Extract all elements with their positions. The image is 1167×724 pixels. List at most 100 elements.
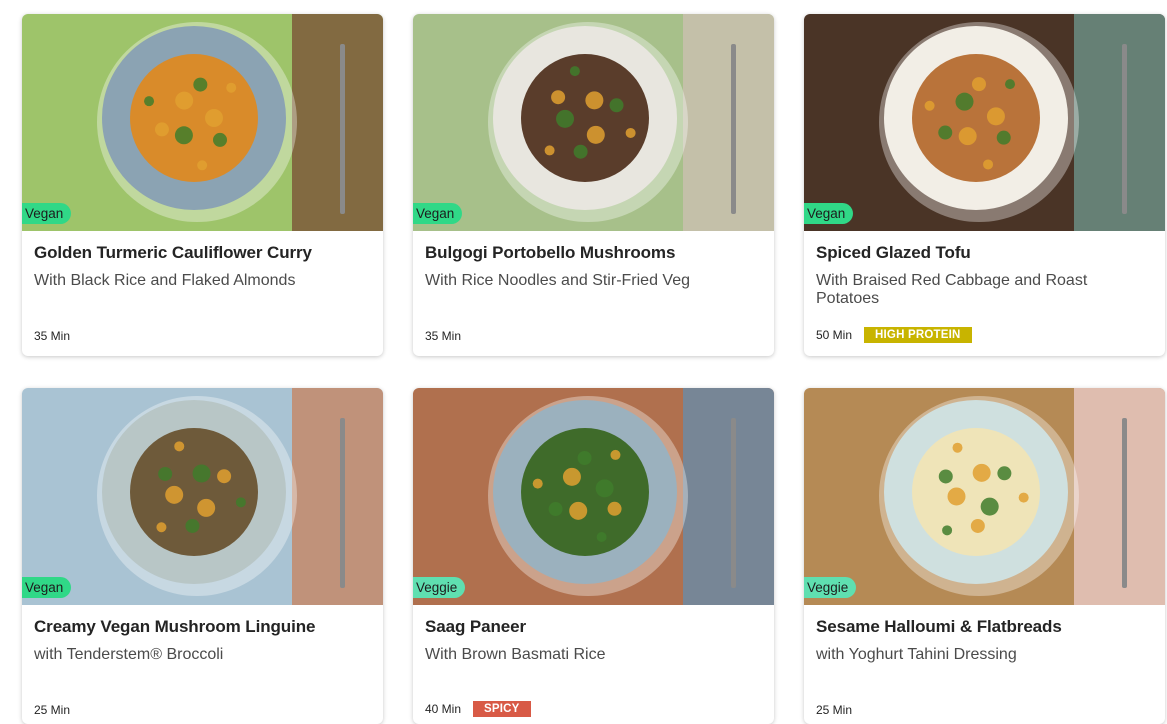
photo-cloth: [1074, 14, 1165, 231]
recipe-photo[interactable]: [804, 14, 1165, 231]
recipe-card[interactable]: Veggie Sesame Halloumi & Flatbreads with…: [804, 388, 1165, 724]
food-garnish: [997, 466, 1012, 481]
fork-icon: [340, 44, 345, 214]
food-garnish: [938, 125, 953, 140]
recipe-meta: 35 Min: [425, 329, 461, 343]
food-garnish: [983, 159, 994, 170]
diet-badge: Vegan: [804, 203, 854, 224]
food-garnish: [569, 66, 580, 77]
food-garnish: [144, 96, 155, 107]
food-garnish: [1005, 79, 1016, 90]
high-protein-tag: HIGH PROTEIN: [864, 327, 972, 343]
food-garnish: [942, 525, 953, 536]
recipe-title[interactable]: Sesame Halloumi & Flatbreads: [816, 617, 1153, 637]
recipe-title[interactable]: Saag Paneer: [425, 617, 762, 637]
recipe-card[interactable]: Vegan Golden Turmeric Cauliflower Curry …: [22, 14, 383, 356]
diet-badge: Veggie: [804, 577, 857, 598]
food-garnish: [609, 98, 624, 113]
food-garnish: [154, 122, 169, 137]
diet-badge: Vegan: [413, 203, 463, 224]
food-garnish: [217, 469, 232, 484]
food-photo-illustration: [413, 388, 774, 605]
food: [521, 428, 649, 556]
food-garnish: [577, 451, 592, 466]
recipe-card[interactable]: Vegan Spiced Glazed Tofu With Braised Re…: [804, 14, 1165, 356]
food-garnish: [544, 145, 555, 156]
food-garnish: [607, 501, 622, 516]
recipe-grid: Vegan Golden Turmeric Cauliflower Curry …: [22, 14, 1165, 724]
photo-cloth: [292, 388, 383, 605]
prep-time: 35 Min: [425, 329, 462, 343]
prep-time: 50 Min: [816, 328, 853, 342]
recipe-title[interactable]: Golden Turmeric Cauliflower Curry: [34, 243, 371, 263]
diet-badge: Veggie: [413, 577, 466, 598]
food-garnish: [532, 478, 543, 489]
food-garnish: [197, 160, 208, 171]
food: [912, 428, 1040, 556]
photo-cloth: [683, 14, 774, 231]
food-garnish: [585, 91, 604, 110]
recipe-card[interactable]: Veggie Saag Paneer With Brown Basmati Ri…: [413, 388, 774, 724]
prep-time: 40 Min: [425, 702, 462, 716]
recipe-photo[interactable]: [413, 388, 774, 605]
food-garnish: [213, 132, 228, 147]
recipe-photo[interactable]: [804, 388, 1165, 605]
recipe-photo[interactable]: [413, 14, 774, 231]
recipe-card[interactable]: Vegan Creamy Vegan Mushroom Linguine wit…: [22, 388, 383, 724]
food-garnish: [556, 109, 575, 128]
food: [130, 54, 258, 182]
food-garnish: [156, 522, 167, 533]
food-garnish: [175, 91, 194, 110]
fork-icon: [731, 44, 736, 214]
food: [130, 428, 258, 556]
recipe-card[interactable]: Vegan Bulgogi Portobello Mushrooms With …: [413, 14, 774, 356]
food-garnish: [192, 464, 211, 483]
prep-time: 35 Min: [34, 329, 71, 343]
food-garnish: [980, 497, 999, 516]
recipe-meta: 50 Min HIGH PROTEIN: [816, 327, 972, 343]
food: [521, 54, 649, 182]
food-garnish: [185, 518, 200, 533]
prep-time: 25 Min: [34, 703, 71, 717]
diet-badge: Vegan: [22, 203, 72, 224]
recipe-title[interactable]: Spiced Glazed Tofu: [816, 243, 1153, 263]
food-garnish: [595, 479, 614, 498]
recipe-meta: 35 Min: [34, 329, 70, 343]
food: [912, 54, 1040, 182]
food-photo-illustration: [413, 14, 774, 231]
recipe-meta: 25 Min: [816, 703, 852, 717]
food-garnish: [1018, 492, 1029, 503]
recipe-photo[interactable]: [22, 388, 383, 605]
food-photo-illustration: [22, 388, 383, 605]
food-garnish: [938, 469, 953, 484]
food-photo-illustration: [22, 14, 383, 231]
food-garnish: [958, 127, 977, 146]
recipe-subtitle: With Braised Red Cabbage and Roast Potat…: [816, 272, 1088, 307]
food-garnish: [972, 463, 991, 482]
recipe-title[interactable]: Bulgogi Portobello Mushrooms: [425, 243, 762, 263]
recipe-photo[interactable]: [22, 14, 383, 231]
food-garnish: [586, 125, 605, 144]
photo-cloth: [683, 388, 774, 605]
photo-cloth: [1074, 388, 1165, 605]
food-garnish: [996, 130, 1011, 145]
food-garnish: [562, 467, 581, 486]
photo-cloth: [292, 14, 383, 231]
recipe-subtitle: With Rice Noodles and Stir-Fried Veg: [425, 272, 690, 289]
food-garnish: [158, 466, 173, 481]
food-garnish: [625, 127, 636, 138]
recipe-meta: 40 Min SPICY: [425, 701, 531, 717]
food-garnish: [971, 77, 986, 92]
prep-time: 25 Min: [816, 703, 853, 717]
food-garnish: [970, 518, 985, 533]
fork-icon: [1122, 44, 1127, 214]
spicy-tag: SPICY: [473, 701, 531, 717]
recipe-subtitle: with Tenderstem® Broccoli: [34, 646, 224, 663]
fork-icon: [1122, 418, 1127, 588]
recipe-subtitle: with Yoghurt Tahini Dressing: [816, 646, 1017, 663]
recipe-title[interactable]: Creamy Vegan Mushroom Linguine: [34, 617, 371, 637]
diet-badge: Vegan: [22, 577, 72, 598]
food-garnish: [551, 90, 566, 105]
recipe-meta: 25 Min: [34, 703, 70, 717]
food-garnish: [986, 107, 1005, 126]
